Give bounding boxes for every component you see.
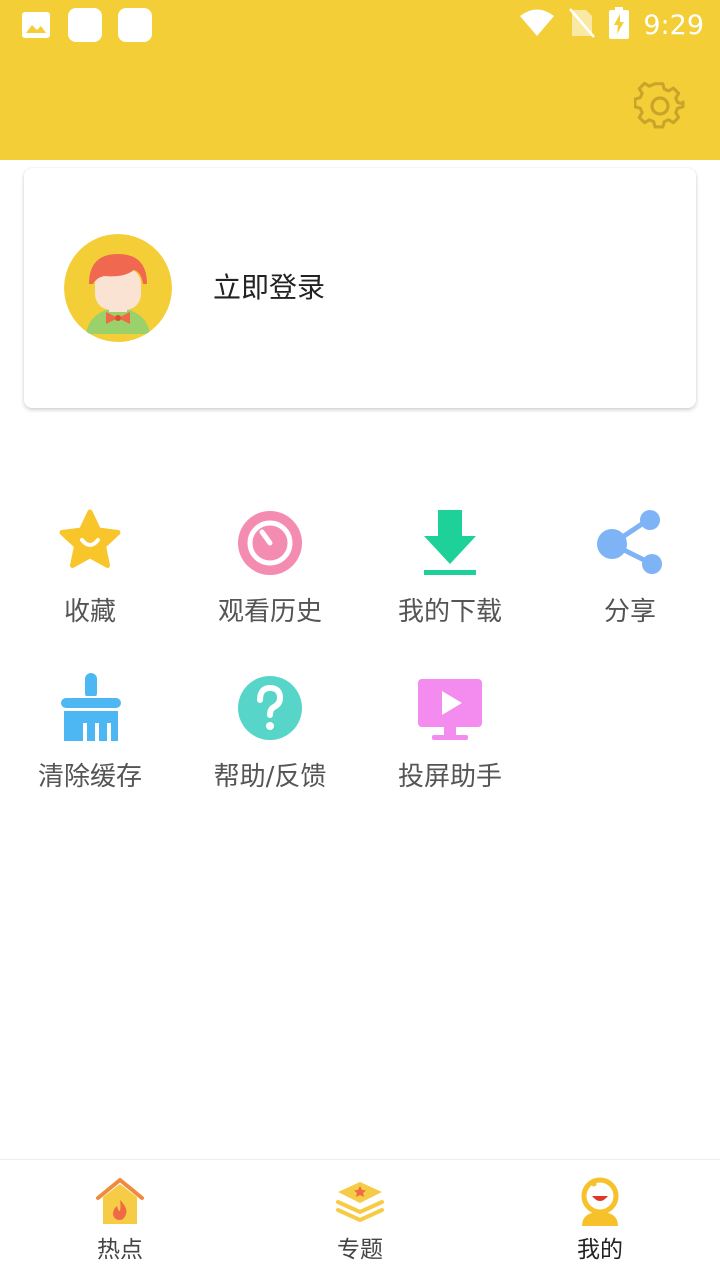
- status-bar: 9:29: [0, 0, 720, 50]
- notification-icon: [118, 8, 152, 42]
- home-fire-icon: [94, 1176, 146, 1228]
- login-card[interactable]: 立即登录: [24, 168, 696, 408]
- menu-item-downloads[interactable]: 我的下载: [360, 500, 540, 640]
- nav-label: 热点: [97, 1237, 143, 1263]
- menu-item-clear-cache[interactable]: 清除缓存: [0, 665, 180, 805]
- screen-cast-icon: [416, 673, 484, 741]
- menu-label: 分享: [603, 597, 656, 627]
- status-time: 9:29: [643, 9, 704, 41]
- menu-label: 帮助/反馈: [213, 762, 327, 792]
- nav-tab-hot[interactable]: 热点: [0, 1160, 240, 1280]
- star-icon: [56, 508, 124, 576]
- menu-item-screen-cast[interactable]: 投屏助手: [360, 665, 540, 805]
- battery-charging-icon: [609, 7, 630, 43]
- menu-item-favorites[interactable]: 收藏: [0, 500, 180, 640]
- status-bar-left: [20, 8, 152, 42]
- nav-tab-mine[interactable]: 我的: [480, 1160, 720, 1280]
- menu-label: 我的下载: [397, 597, 502, 627]
- photo-icon: [20, 8, 52, 42]
- menu-label: 清除缓存: [37, 762, 142, 792]
- nav-tab-topics[interactable]: 专题: [240, 1160, 480, 1280]
- status-bar-right: 9:29: [519, 6, 704, 44]
- broom-icon: [56, 673, 124, 741]
- download-icon: [416, 508, 484, 576]
- login-label: 立即登录: [213, 271, 326, 304]
- history-timer-icon: [236, 508, 304, 576]
- menu-item-watch-history[interactable]: 观看历史: [180, 500, 360, 640]
- notification-icon: [68, 8, 102, 42]
- user-avatar: [64, 234, 172, 342]
- gear-icon: [633, 81, 685, 129]
- menu-label: 投屏助手: [397, 762, 502, 792]
- menu-item-share[interactable]: 分享: [540, 500, 720, 640]
- help-icon: [236, 673, 304, 741]
- menu-label: 收藏: [63, 597, 116, 627]
- no-sim-icon: [569, 8, 596, 42]
- wifi-icon: [519, 9, 555, 41]
- menu-label: 观看历史: [217, 597, 322, 627]
- layers-star-icon: [334, 1176, 386, 1228]
- app-header: 9:29: [0, 0, 720, 160]
- bottom-navigation: 热点 专题 我的: [0, 1159, 720, 1280]
- profile-icon: [574, 1176, 626, 1228]
- nav-label: 专题: [337, 1237, 383, 1263]
- share-icon: [596, 508, 664, 576]
- nav-label: 我的: [577, 1237, 623, 1263]
- settings-button[interactable]: [633, 80, 686, 132]
- menu-item-help-feedback[interactable]: 帮助/反馈: [180, 665, 360, 805]
